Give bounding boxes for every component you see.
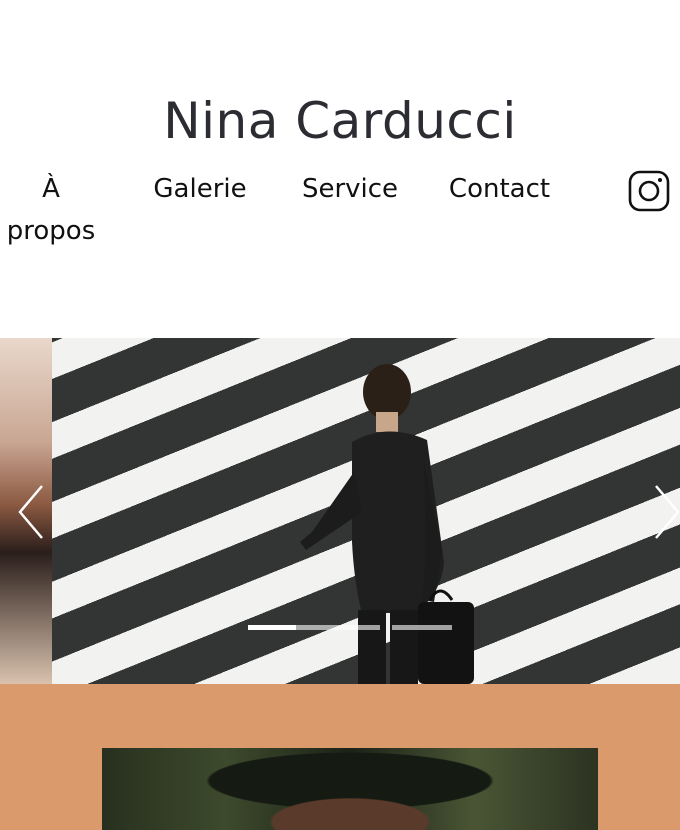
carousel-indicator-1[interactable] — [248, 625, 296, 630]
chevron-left-icon — [18, 485, 43, 539]
carousel-indicator-3[interactable] — [392, 625, 452, 630]
hero-carousel — [0, 338, 680, 684]
nav-link-service[interactable]: Service — [297, 168, 403, 210]
businessman-image — [300, 364, 474, 684]
instagram-icon[interactable] — [628, 170, 670, 212]
main-nav: À propos Galerie Service Contact — [0, 168, 680, 258]
carousel-indicator-2[interactable] — [296, 625, 380, 630]
portrait-image — [102, 748, 598, 830]
site-title: Nina Carducci — [163, 91, 517, 150]
carousel-prev-button[interactable] — [16, 484, 46, 540]
chevron-right-icon — [655, 485, 680, 539]
nav-link-a-propos[interactable]: À propos — [0, 168, 102, 252]
carousel-next-button[interactable] — [652, 484, 680, 540]
nav-link-contact[interactable]: Contact — [442, 168, 557, 210]
nav-link-galerie[interactable]: Galerie — [150, 168, 250, 210]
about-section — [0, 684, 680, 830]
